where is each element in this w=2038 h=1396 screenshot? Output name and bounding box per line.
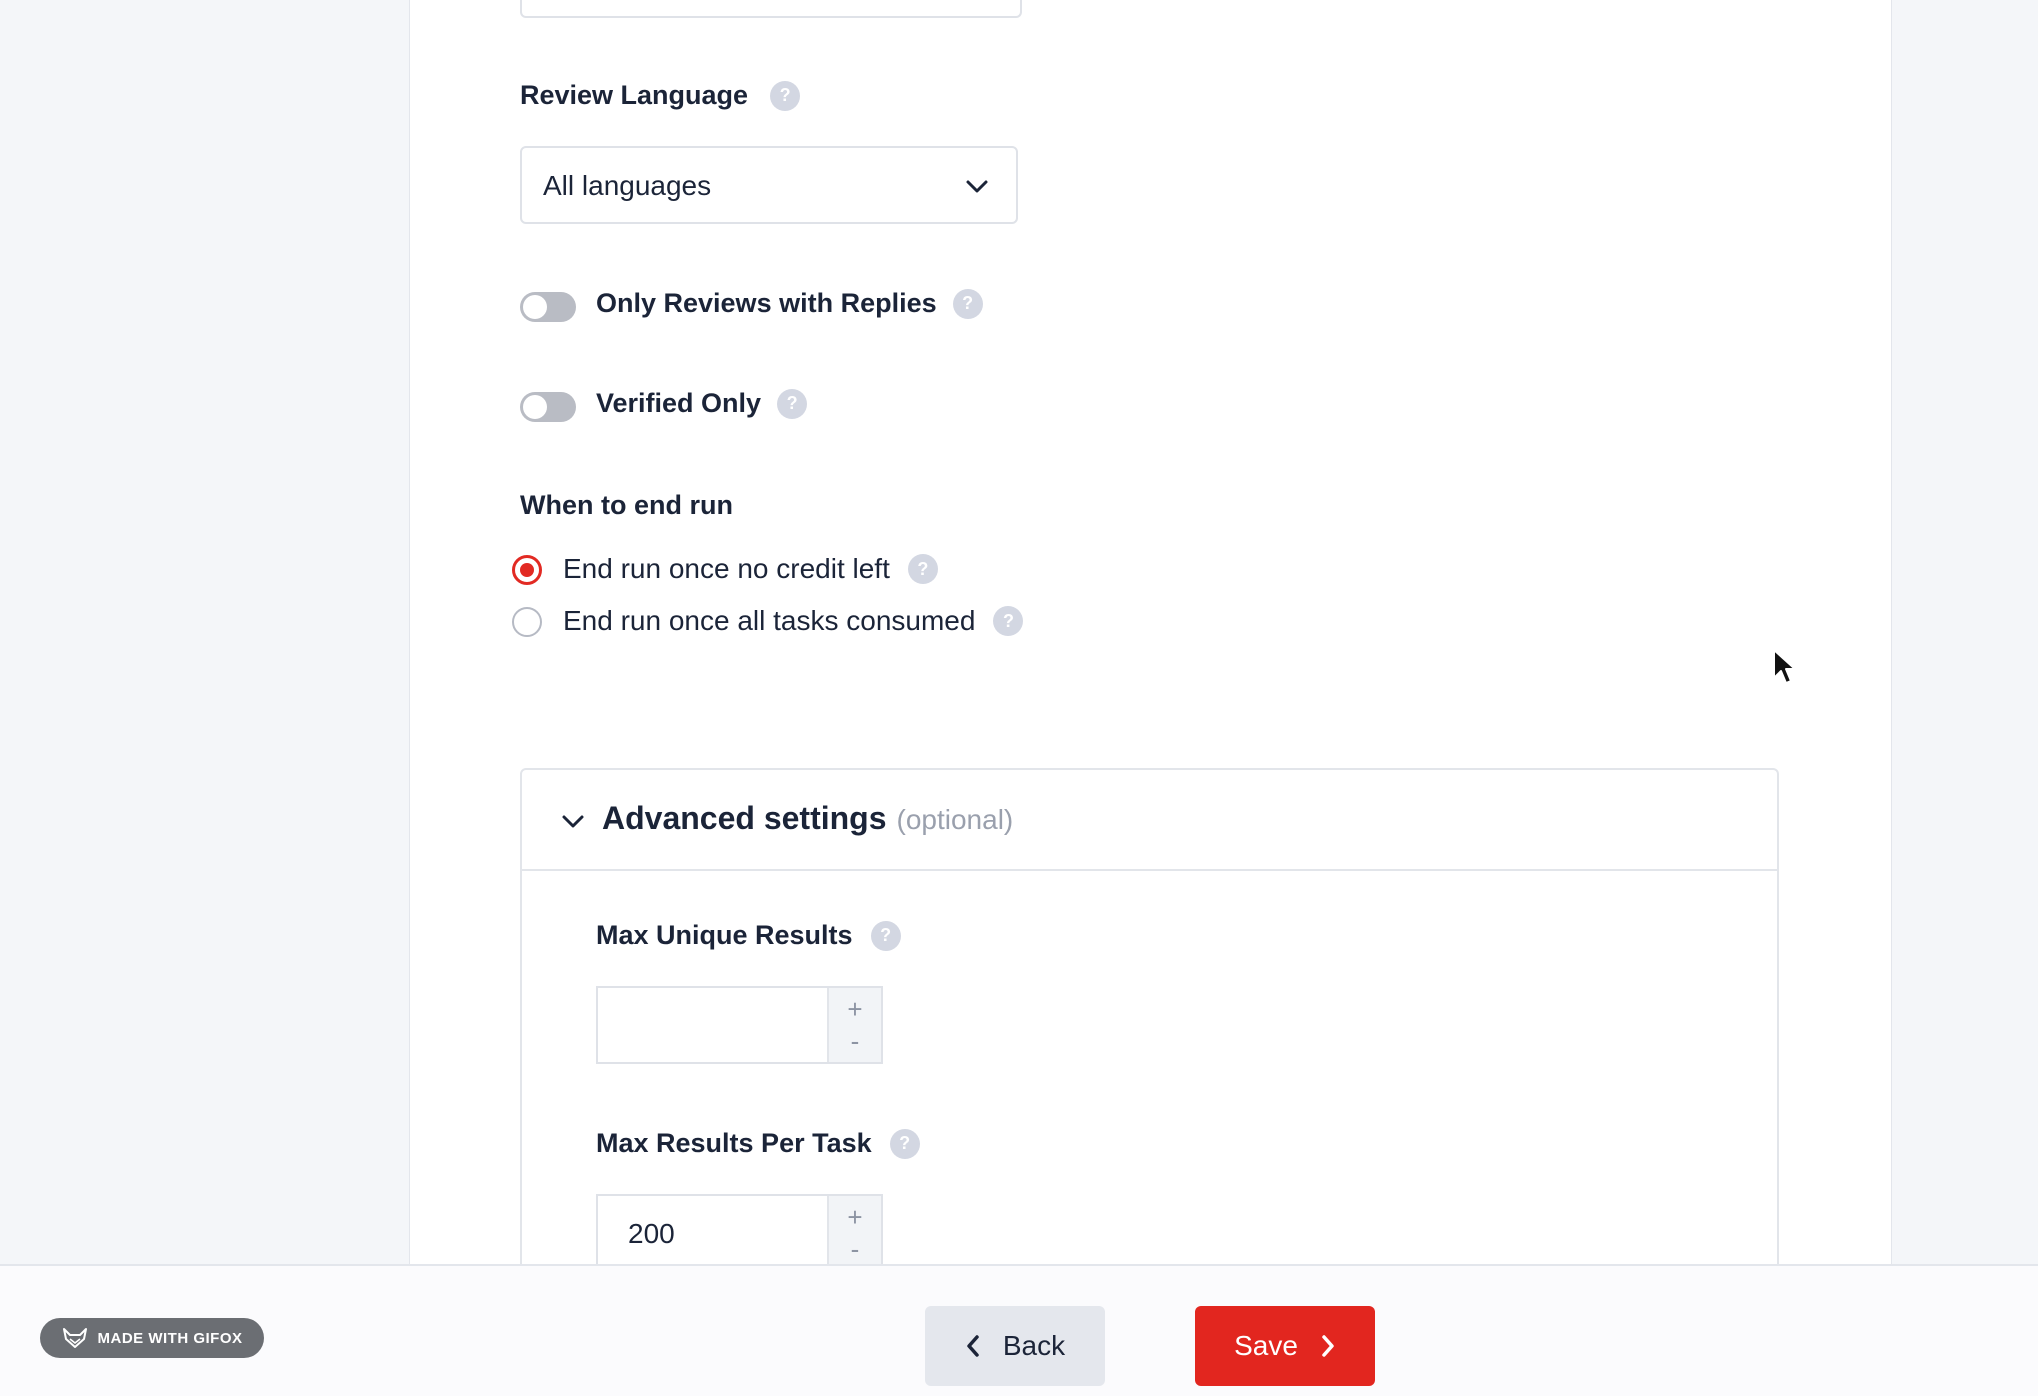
- increment-button[interactable]: +: [829, 994, 881, 1025]
- review-language-label-row: Review Language ?: [520, 80, 801, 111]
- decrement-button[interactable]: -: [829, 1026, 881, 1057]
- verified-only-label-row: Verified Only ?: [596, 388, 808, 419]
- only-replies-label-row: Only Reviews with Replies ?: [596, 288, 983, 319]
- max-results-per-task-label: Max Results Per Task: [596, 1128, 872, 1158]
- increment-button[interactable]: +: [829, 1202, 881, 1233]
- back-button-label: Back: [1002, 1330, 1066, 1361]
- previous-field-input[interactable]: [520, 0, 1022, 18]
- end-run-label: When to end run: [520, 490, 733, 520]
- advanced-settings-optional: (optional): [896, 804, 1014, 835]
- help-icon[interactable]: ?: [770, 80, 801, 111]
- max-unique-results-input[interactable]: + -: [596, 986, 883, 1064]
- chevron-right-icon: [1322, 1335, 1334, 1357]
- verified-only-toggle[interactable]: [520, 392, 576, 422]
- chevron-down-icon[interactable]: [560, 808, 586, 834]
- end-run-tasks-consumed-row: End run once all tasks consumed ?: [563, 605, 1024, 637]
- radio-dot: [520, 563, 534, 577]
- end-run-no-credit-row: End run once no credit left ?: [563, 553, 938, 585]
- gifox-badge: MADE WITH GIFOX: [40, 1318, 264, 1358]
- chevron-down-icon: [966, 180, 988, 193]
- help-icon[interactable]: ?: [870, 920, 901, 951]
- max-results-per-task-value: 200: [628, 1218, 675, 1249]
- end-run-no-credit-label[interactable]: End run once no credit left: [563, 553, 890, 585]
- max-results-per-task-input[interactable]: 200 + -: [596, 1194, 883, 1272]
- save-button[interactable]: Save: [1195, 1306, 1375, 1386]
- help-icon[interactable]: ?: [993, 606, 1024, 636]
- help-icon[interactable]: ?: [777, 388, 808, 419]
- max-unique-results-label: Max Unique Results: [596, 920, 853, 950]
- toggle-knob: [523, 395, 547, 419]
- verified-only-label: Verified Only: [596, 388, 762, 418]
- advanced-settings-title-row: Advanced settings (optional): [602, 800, 1013, 837]
- end-run-tasks-consumed-radio[interactable]: [512, 607, 542, 637]
- help-icon[interactable]: ?: [952, 288, 983, 319]
- chevron-left-icon: [967, 1335, 979, 1357]
- end-run-no-credit-radio[interactable]: [512, 555, 542, 585]
- footer-bar: MADE WITH GIFOX Back Save: [0, 1264, 2038, 1396]
- review-language-label: Review Language: [520, 80, 749, 110]
- fox-icon: [62, 1328, 87, 1348]
- max-unique-results-label-row: Max Unique Results ?: [596, 920, 901, 951]
- only-replies-toggle[interactable]: [520, 292, 576, 322]
- gifox-badge-text: MADE WITH GIFOX: [97, 1329, 243, 1347]
- advanced-settings-title: Advanced settings: [602, 800, 887, 836]
- max-results-per-task-label-row: Max Results Per Task ?: [596, 1128, 920, 1159]
- help-icon[interactable]: ?: [907, 554, 938, 584]
- number-stepper: + -: [827, 988, 881, 1062]
- end-run-tasks-consumed-label[interactable]: End run once all tasks consumed: [563, 605, 975, 637]
- back-button[interactable]: Back: [925, 1306, 1105, 1386]
- help-icon[interactable]: ?: [889, 1128, 920, 1159]
- review-language-value: All languages: [543, 170, 712, 201]
- advanced-settings-header[interactable]: Advanced settings (optional): [522, 770, 1777, 871]
- mouse-cursor-icon: [1773, 649, 1796, 684]
- toggle-knob: [523, 295, 547, 319]
- advanced-settings-panel: Advanced settings (optional) Max Unique …: [520, 768, 1779, 1328]
- decrement-button[interactable]: -: [829, 1234, 881, 1265]
- save-button-label: Save: [1234, 1330, 1298, 1361]
- only-replies-label: Only Reviews with Replies: [596, 288, 937, 318]
- number-stepper: + -: [827, 1196, 881, 1270]
- review-language-select[interactable]: All languages: [520, 146, 1018, 224]
